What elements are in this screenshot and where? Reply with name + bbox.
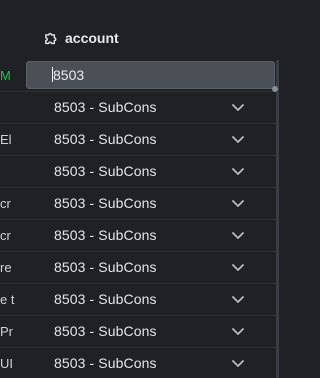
chevron-down-icon[interactable]: [231, 134, 245, 146]
account-cell[interactable]: 8503 - SubCons: [54, 156, 157, 187]
table-row[interactable]: cr 8503 - SubCons: [0, 188, 279, 220]
chevron-down-icon[interactable]: [231, 326, 245, 338]
account-cell[interactable]: 8503 - SubCons: [54, 220, 157, 251]
next-column-edge: [276, 220, 279, 251]
table-row[interactable]: 8503 - SubCons: [0, 92, 279, 124]
next-column-edge: [276, 252, 279, 283]
column-title: account: [65, 30, 119, 46]
chevron-down-icon[interactable]: [231, 358, 245, 370]
puzzle-piece-icon: [45, 32, 57, 45]
chevron-down-icon[interactable]: [231, 230, 245, 242]
prev-column-cell[interactable]: UI: [0, 348, 24, 378]
chevron-down-icon[interactable]: [231, 294, 245, 306]
chevron-down-icon[interactable]: [231, 262, 245, 274]
prev-column-cell[interactable]: El: [0, 124, 24, 155]
table-row[interactable]: UI 8503 - SubCons: [0, 348, 279, 378]
text-caret: [52, 67, 53, 82]
prev-column-cell[interactable]: e t: [0, 284, 24, 315]
next-column-edge: [276, 284, 279, 315]
prev-column-cell[interactable]: Pr: [0, 316, 24, 347]
grid-rows: M 8503 - SubCons El 8503 - SubCons 8503 …: [0, 60, 279, 378]
prev-column-cell[interactable]: [0, 156, 24, 187]
next-column-edge: [276, 348, 279, 378]
column-header-account[interactable]: account: [0, 0, 279, 60]
account-cell[interactable]: 8503 - SubCons: [54, 124, 157, 155]
account-cell[interactable]: 8503 - SubCons: [54, 252, 157, 283]
prev-column-cell[interactable]: cr: [0, 188, 24, 219]
account-cell[interactable]: 8503 - SubCons: [54, 316, 157, 347]
table-row[interactable]: Pr 8503 - SubCons: [0, 316, 279, 348]
account-cell[interactable]: 8503 - SubCons: [54, 92, 157, 123]
table-row[interactable]: e t 8503 - SubCons: [0, 284, 279, 316]
account-cell[interactable]: 8503 - SubCons: [54, 348, 157, 378]
account-cell[interactable]: 8503 - SubCons: [54, 188, 157, 219]
next-column-edge: [276, 316, 279, 347]
table-row[interactable]: 8503 - SubCons: [0, 156, 279, 188]
chevron-down-icon[interactable]: [231, 102, 245, 114]
table-row[interactable]: cr 8503 - SubCons: [0, 220, 279, 252]
prev-column-cell[interactable]: re: [0, 252, 24, 283]
prev-column-cell[interactable]: M: [0, 60, 24, 91]
table-row[interactable]: re 8503 - SubCons: [0, 252, 279, 284]
next-column-edge: [276, 156, 279, 187]
table-row[interactable]: El 8503 - SubCons: [0, 124, 279, 156]
next-column-edge: [276, 92, 279, 123]
data-grid: account M 8503 - SubCons El 8503 - SubCo…: [0, 0, 279, 378]
prev-column-cell[interactable]: [0, 92, 24, 123]
account-cell[interactable]: 8503 - SubCons: [54, 284, 157, 315]
cell-resize-handle[interactable]: [272, 86, 278, 92]
account-edit-input[interactable]: [26, 61, 275, 89]
next-column-edge: [276, 188, 279, 219]
prev-column-cell[interactable]: cr: [0, 220, 24, 251]
chevron-down-icon[interactable]: [231, 166, 245, 178]
next-column-edge: [276, 124, 279, 155]
chevron-down-icon[interactable]: [231, 198, 245, 210]
